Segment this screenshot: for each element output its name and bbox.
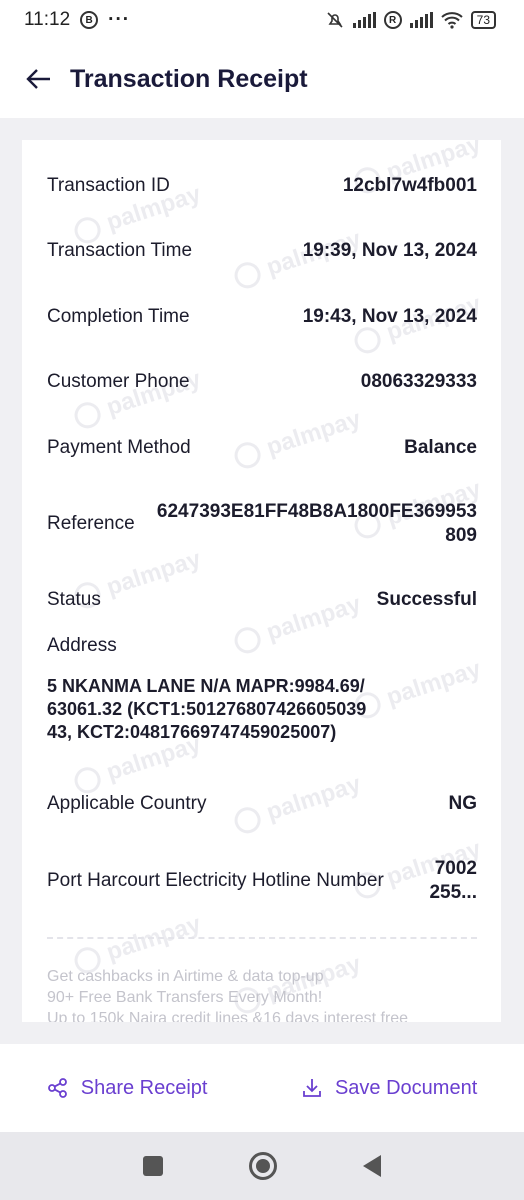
customer-phone-value: 08063329333: [360, 371, 477, 392]
save-document-button[interactable]: Save Document: [301, 1077, 477, 1100]
home-icon[interactable]: [249, 1152, 277, 1180]
promo-line: 90+ Free Bank Transfers Every Month!: [47, 989, 323, 1006]
applicable-country-row: Applicable Country NG: [47, 793, 477, 815]
dashed-divider: [47, 937, 477, 939]
transaction-id-value: 12cbl7w4fb001: [342, 175, 477, 196]
status-bar: 11:12 B ··· R 73: [0, 0, 524, 40]
clock: 11:12: [24, 9, 71, 30]
customer-phone-row: Customer Phone 08063329333: [47, 371, 477, 393]
transaction-id-label: Transaction ID: [47, 175, 170, 196]
save-document-label: Save Document: [334, 1076, 478, 1099]
signal-icon: [352, 12, 376, 28]
mute-icon: [327, 12, 343, 28]
recent-apps-icon[interactable]: [143, 1156, 163, 1176]
wifi-icon: [440, 12, 463, 29]
promo-line: Up to 150k Naira credit lines &16 days i…: [47, 1010, 409, 1022]
transaction-time-label: Transaction Time: [47, 240, 193, 261]
reference-label: Reference: [47, 513, 135, 534]
transaction-time-row: Transaction Time 19:39, Nov 13, 2024: [47, 240, 477, 262]
reference-value: 6247393E81FF48B8A1800FE369953809: [156, 501, 477, 546]
share-receipt-button[interactable]: Share Receipt: [47, 1076, 208, 1100]
payment-method-label: Payment Method: [47, 437, 191, 458]
download-icon: [303, 1079, 321, 1097]
hotline-label: Port Harcourt Electricity Hotline Number: [47, 870, 384, 891]
b-circle-icon: B: [80, 11, 99, 29]
transaction-id-row: Transaction ID 12cbl7w4fb001: [47, 175, 477, 197]
address-value: 5 NKANMA LANE N/A MAPR:9984.69/63061.32 …: [47, 676, 367, 742]
more-dots-icon: ···: [108, 9, 131, 30]
promo-line: Get cashbacks in Airtime & data top-up: [47, 968, 324, 985]
status-bar-right: R 73: [325, 10, 496, 30]
receipt-card[interactable]: palmpay palmpay palmpay palmpay palmpay …: [22, 140, 501, 1022]
payment-method-value: Balance: [404, 437, 477, 458]
share-icon: [47, 1078, 67, 1098]
hotline-row: Port Harcourt Electricity Hotline Number…: [47, 857, 477, 905]
applicable-country-label: Applicable Country: [47, 793, 207, 814]
system-nav-bar: [0, 1132, 524, 1200]
b-circle-label: B: [85, 14, 93, 26]
system-back-icon[interactable]: [363, 1155, 381, 1177]
palmpay-watermark: palmpay: [351, 655, 485, 722]
signal-icon: [409, 12, 433, 28]
r-circle-label: R: [389, 14, 397, 26]
battery-indicator: 73: [470, 11, 496, 29]
hotline-value: 7002 255...: [429, 858, 477, 903]
r-circle-icon: R: [383, 11, 402, 29]
status-label: Status: [47, 589, 101, 610]
reference-row: Reference 6247393E81FF48B8A1800FE3699538…: [47, 500, 477, 548]
promo-text: Get cashbacks in Airtime & data top-up 9…: [47, 966, 487, 1022]
customer-phone-label: Customer Phone: [47, 371, 190, 392]
bottom-actions: Share Receipt Save Document: [0, 1044, 524, 1132]
completion-time-value: 19:43, Nov 13, 2024: [302, 306, 477, 327]
status-value: Successful: [376, 589, 477, 610]
applicable-country-value: NG: [448, 793, 478, 814]
app-header: Transaction Receipt: [0, 40, 524, 118]
back-arrow-icon[interactable]: [24, 64, 54, 94]
status-row: Status Successful: [47, 589, 477, 611]
address-label: Address: [47, 635, 117, 656]
page-title: Transaction Receipt: [70, 64, 308, 93]
payment-method-row: Payment Method Balance: [47, 437, 477, 459]
transaction-time-value: 19:39, Nov 13, 2024: [302, 240, 477, 261]
completion-time-row: Completion Time 19:43, Nov 13, 2024: [47, 306, 477, 328]
share-receipt-label: Share Receipt: [80, 1076, 208, 1099]
completion-time-label: Completion Time: [47, 306, 190, 327]
status-bar-left: 11:12 B ···: [24, 9, 130, 31]
